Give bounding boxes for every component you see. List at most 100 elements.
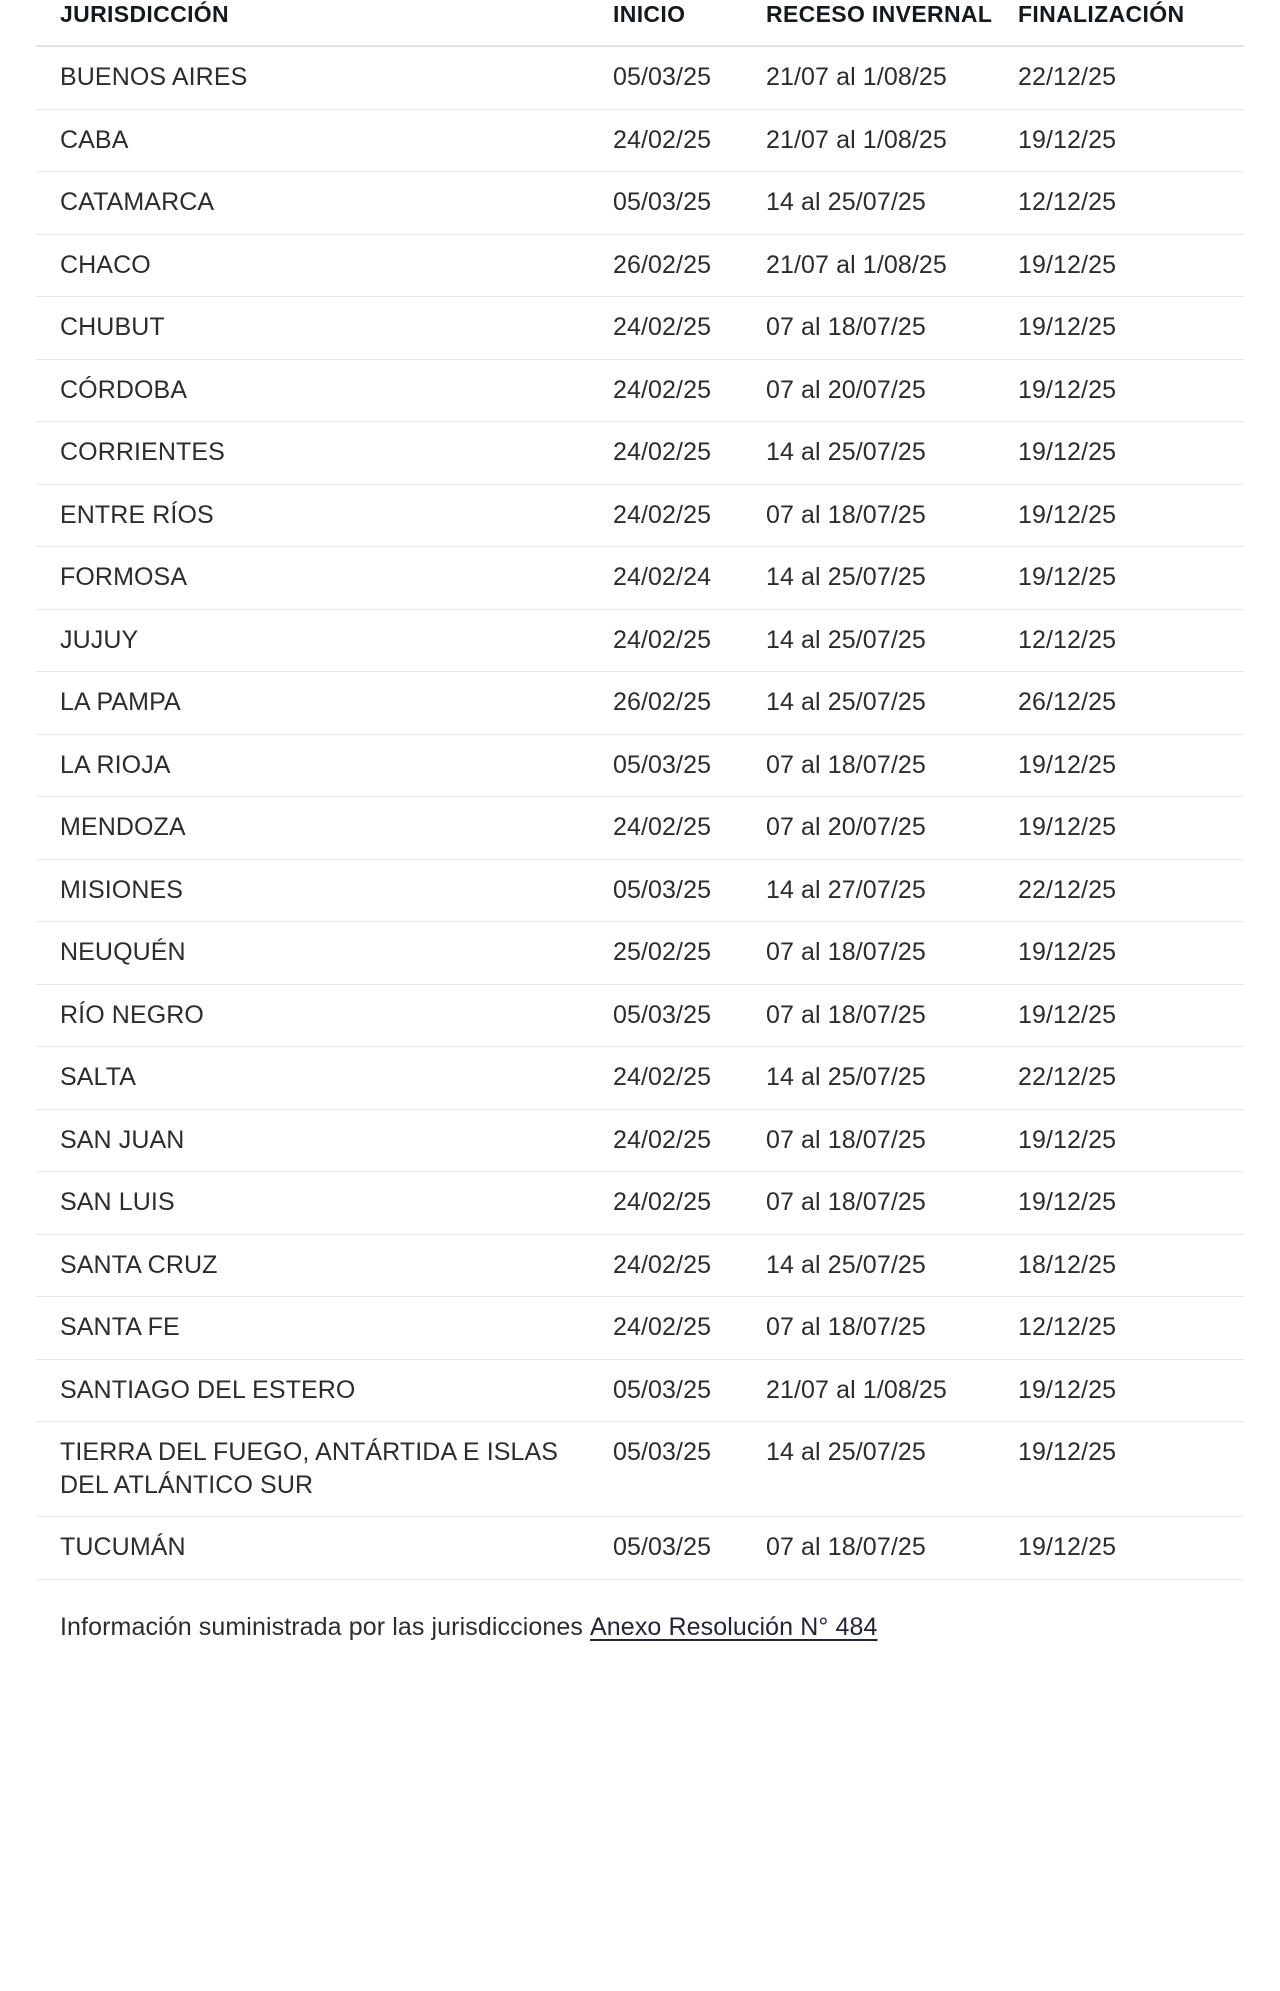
cell-inicio: 05/03/25 xyxy=(613,734,766,798)
cell-finalizacion: 12/12/25 xyxy=(1018,609,1244,673)
cell-receso_invernal: 14 al 25/07/25 xyxy=(766,609,1018,673)
cell-inicio: 26/02/25 xyxy=(613,671,766,735)
table-row: FORMOSA 24/02/24 14 al 25/07/25 19/12/25 xyxy=(36,546,1244,610)
cell-jurisdiccion: ENTRE RÍOS xyxy=(36,484,613,548)
table-row: CATAMARCA 05/03/25 14 al 25/07/25 12/12/25 xyxy=(36,171,1244,235)
table-row: MISIONES 05/03/25 14 al 27/07/25 22/12/25 xyxy=(36,859,1244,923)
cell-jurisdiccion: JUJUY xyxy=(36,609,613,673)
cell-receso_invernal: 14 al 27/07/25 xyxy=(766,859,1018,923)
cell-jurisdiccion: SAN JUAN xyxy=(36,1109,613,1173)
cell-receso_invernal: 07 al 18/07/25 xyxy=(766,1109,1018,1173)
cell-receso_invernal: 14 al 25/07/25 xyxy=(766,671,1018,735)
table-row: JUJUY 24/02/25 14 al 25/07/25 12/12/25 xyxy=(36,609,1244,673)
cell-inicio: 05/03/25 xyxy=(613,171,766,235)
cell-jurisdiccion: TIERRA DEL FUEGO, ANTÁRTIDA E ISLAS DEL … xyxy=(36,1421,613,1518)
cell-receso_invernal: 07 al 18/07/25 xyxy=(766,1171,1018,1235)
column-header-receso-invernal: RECESO INVERNAL xyxy=(766,0,1018,48)
cell-inicio: 24/02/25 xyxy=(613,1046,766,1110)
cell-inicio: 05/03/25 xyxy=(613,859,766,923)
cell-finalizacion: 19/12/25 xyxy=(1018,546,1244,610)
page-root: JURISDICCIÓN INICIO RECESO INVERNAL FINA… xyxy=(0,0,1280,1991)
cell-receso_invernal: 21/07 al 1/08/25 xyxy=(766,109,1018,173)
cell-finalizacion: 19/12/25 xyxy=(1018,109,1244,173)
cell-inicio: 24/02/25 xyxy=(613,1171,766,1235)
cell-jurisdiccion: CHACO xyxy=(36,234,613,298)
table-row: SAN LUIS 24/02/25 07 al 18/07/25 19/12/25 xyxy=(36,1171,1244,1235)
cell-receso_invernal: 14 al 25/07/25 xyxy=(766,1421,1018,1518)
cell-receso_invernal: 07 al 18/07/25 xyxy=(766,484,1018,548)
cell-receso_invernal: 14 al 25/07/25 xyxy=(766,1234,1018,1298)
cell-receso_invernal: 21/07 al 1/08/25 xyxy=(766,46,1018,110)
cell-inicio: 05/03/25 xyxy=(613,46,766,110)
cell-inicio: 05/03/25 xyxy=(613,1421,766,1518)
table-body: BUENOS AIRES 05/03/25 21/07 al 1/08/25 22/1… xyxy=(36,46,1244,1580)
cell-finalizacion: 19/12/25 xyxy=(1018,421,1244,485)
cell-finalizacion: 18/12/25 xyxy=(1018,1234,1244,1298)
cell-receso_invernal: 14 al 25/07/25 xyxy=(766,171,1018,235)
school-calendar-table: JURISDICCIÓN INICIO RECESO INVERNAL FINA… xyxy=(36,0,1244,1580)
table-row: CHACO 26/02/25 21/07 al 1/08/25 19/12/25 xyxy=(36,234,1244,298)
cell-jurisdiccion: SANTA CRUZ xyxy=(36,1234,613,1298)
cell-finalizacion: 19/12/25 xyxy=(1018,1359,1244,1423)
footnote-text: Información suministrada por las jurisdi… xyxy=(60,1612,583,1641)
cell-finalizacion: 19/12/25 xyxy=(1018,296,1244,360)
table-row: LA PAMPA 26/02/25 14 al 25/07/25 26/12/25 xyxy=(36,671,1244,735)
cell-receso_invernal: 21/07 al 1/08/25 xyxy=(766,1359,1018,1423)
cell-jurisdiccion: CORRIENTES xyxy=(36,421,613,485)
table-row: CORRIENTES 24/02/25 14 al 25/07/25 19/12/25 xyxy=(36,421,1244,485)
cell-jurisdiccion: SALTA xyxy=(36,1046,613,1110)
table-row: SANTIAGO DEL ESTERO 05/03/25 21/07 al 1/08… xyxy=(36,1359,1244,1423)
cell-inicio: 24/02/25 xyxy=(613,421,766,485)
table-row: TUCUMÁN 05/03/25 07 al 18/07/25 19/12/25 xyxy=(36,1516,1244,1580)
table-row: RÍO NEGRO 05/03/25 07 al 18/07/25 19/12/25 xyxy=(36,984,1244,1048)
table-row: CABA 24/02/25 21/07 al 1/08/25 19/12/25 xyxy=(36,109,1244,173)
cell-finalizacion: 22/12/25 xyxy=(1018,1046,1244,1110)
cell-finalizacion: 19/12/25 xyxy=(1018,796,1244,860)
cell-jurisdiccion: SAN LUIS xyxy=(36,1171,613,1235)
table-row: CHUBUT 24/02/25 07 al 18/07/25 19/12/25 xyxy=(36,296,1244,360)
cell-inicio: 25/02/25 xyxy=(613,921,766,985)
table-row: BUENOS AIRES 05/03/25 21/07 al 1/08/25 22/1… xyxy=(36,46,1244,110)
cell-inicio: 24/02/25 xyxy=(613,109,766,173)
cell-inicio: 24/02/25 xyxy=(613,296,766,360)
anexo-resolucion-link[interactable]: Anexo Resolución N° 484 xyxy=(590,1613,877,1641)
cell-finalizacion: 19/12/25 xyxy=(1018,1516,1244,1580)
column-header-jurisdiccion: JURISDICCIÓN xyxy=(36,0,613,48)
cell-jurisdiccion: CHUBUT xyxy=(36,296,613,360)
cell-finalizacion: 19/12/25 xyxy=(1018,359,1244,423)
cell-jurisdiccion: FORMOSA xyxy=(36,546,613,610)
cell-inicio: 24/02/24 xyxy=(613,546,766,610)
table-row: MENDOZA 24/02/25 07 al 20/07/25 19/12/25 xyxy=(36,796,1244,860)
cell-finalizacion: 19/12/25 xyxy=(1018,1109,1244,1173)
cell-receso_invernal: 07 al 20/07/25 xyxy=(766,359,1018,423)
cell-inicio: 24/02/25 xyxy=(613,796,766,860)
cell-finalizacion: 19/12/25 xyxy=(1018,921,1244,985)
cell-inicio: 05/03/25 xyxy=(613,1516,766,1580)
table-row: CÓRDOBA 24/02/25 07 al 20/07/25 19/12/25 xyxy=(36,359,1244,423)
cell-inicio: 26/02/25 xyxy=(613,234,766,298)
cell-jurisdiccion: CABA xyxy=(36,109,613,173)
cell-jurisdiccion: LA PAMPA xyxy=(36,671,613,735)
cell-jurisdiccion: CÓRDOBA xyxy=(36,359,613,423)
cell-finalizacion: 22/12/25 xyxy=(1018,46,1244,110)
cell-jurisdiccion: MENDOZA xyxy=(36,796,613,860)
cell-receso_invernal: 07 al 18/07/25 xyxy=(766,921,1018,985)
cell-finalizacion: 19/12/25 xyxy=(1018,234,1244,298)
cell-receso_invernal: 21/07 al 1/08/25 xyxy=(766,234,1018,298)
table-header: JURISDICCIÓN INICIO RECESO INVERNAL FINA… xyxy=(36,0,1244,48)
table-row: LA RIOJA 05/03/25 07 al 18/07/25 19/12/25 xyxy=(36,734,1244,798)
cell-jurisdiccion: BUENOS AIRES xyxy=(36,46,613,110)
table-row: SALTA 24/02/25 14 al 25/07/25 22/12/25 xyxy=(36,1046,1244,1110)
cell-receso_invernal: 14 al 25/07/25 xyxy=(766,421,1018,485)
cell-receso_invernal: 07 al 18/07/25 xyxy=(766,296,1018,360)
table-row: ENTRE RÍOS 24/02/25 07 al 18/07/25 19/12/25 xyxy=(36,484,1244,548)
cell-inicio: 24/02/25 xyxy=(613,1109,766,1173)
cell-inicio: 24/02/25 xyxy=(613,359,766,423)
cell-jurisdiccion: SANTA FE xyxy=(36,1296,613,1360)
cell-finalizacion: 22/12/25 xyxy=(1018,859,1244,923)
cell-inicio: 24/02/25 xyxy=(613,1234,766,1298)
cell-inicio: 24/02/25 xyxy=(613,1296,766,1360)
table-row: SANTA FE 24/02/25 07 al 18/07/25 12/12/25 xyxy=(36,1296,1244,1360)
cell-jurisdiccion: NEUQUÉN xyxy=(36,921,613,985)
cell-inicio: 05/03/25 xyxy=(613,984,766,1048)
